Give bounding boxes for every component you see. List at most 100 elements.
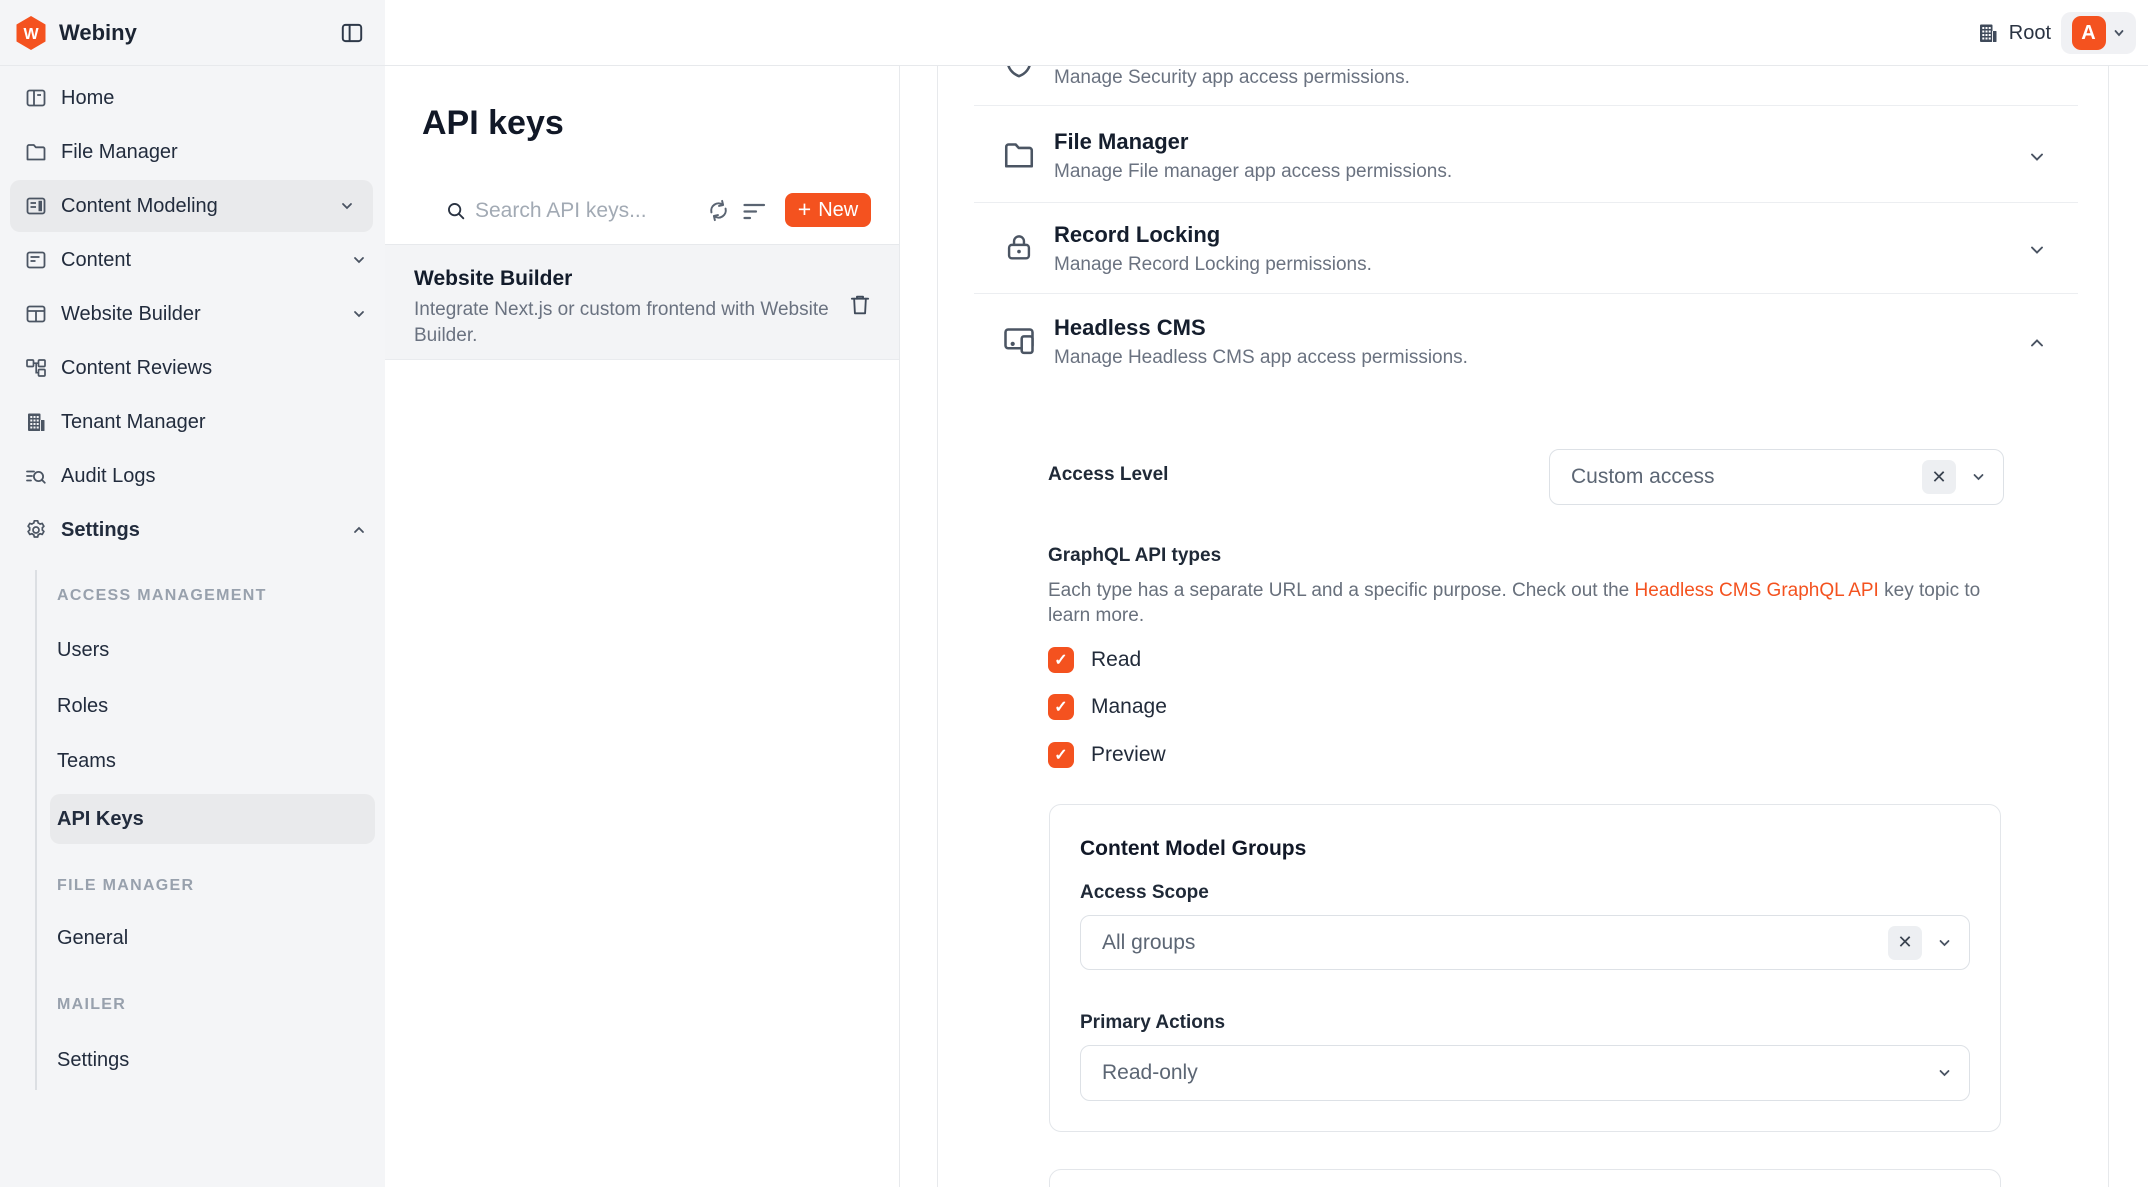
checkbox-read[interactable]: ✓ Read	[1048, 647, 1141, 673]
sidebar-item-home[interactable]: Home	[0, 71, 385, 125]
checkbox-checked-icon[interactable]: ✓	[1048, 694, 1074, 720]
sort-icon[interactable]	[743, 202, 766, 221]
chevron-down-icon	[351, 306, 367, 322]
chevron-down-icon[interactable]	[2026, 146, 2048, 168]
permission-row-title[interactable]: Headless CMS	[1054, 315, 1206, 341]
sidebar-item-label: Content	[61, 249, 131, 272]
section-label-access-management: ACCESS MANAGEMENT	[57, 587, 267, 605]
top-bar: W Webiny	[0, 0, 2148, 66]
checkbox-checked-icon[interactable]: ✓	[1048, 647, 1074, 673]
content-icon	[24, 248, 48, 272]
sidebar-item-roles[interactable]: Roles	[36, 681, 375, 731]
trash-icon[interactable]	[847, 292, 873, 318]
sidebar-item-audit-logs[interactable]: Audit Logs	[0, 449, 385, 503]
sidebar-item-label: Website Builder	[61, 303, 201, 326]
graphql-api-types-label: GraphQL API types	[1048, 545, 1221, 567]
refresh-icon[interactable]	[706, 198, 731, 223]
section-label-file-manager: FILE MANAGER	[57, 877, 194, 895]
sidebar-item-label: Users	[57, 639, 109, 662]
sidebar-item-mailer-settings[interactable]: Settings	[36, 1035, 375, 1085]
access-scope-label: Access Scope	[1080, 882, 1209, 904]
sidebar-item-file-manager[interactable]: File Manager	[0, 125, 385, 179]
chevron-down-icon[interactable]	[2026, 239, 2048, 261]
sidebar-item-content-reviews[interactable]: Content Reviews	[0, 341, 385, 395]
sidebar-collapse-icon[interactable]	[339, 20, 365, 46]
checkbox-label: Preview	[1091, 743, 1166, 767]
api-key-list-item[interactable]: Website Builder Integrate Next.js or cus…	[385, 245, 899, 360]
avatar: A	[2072, 16, 2106, 50]
chevron-up-icon[interactable]	[2026, 332, 2048, 354]
shield-icon	[1002, 66, 1036, 80]
workflow-icon	[24, 356, 48, 380]
security-row-description: Manage Security app access permissions.	[1054, 67, 1410, 89]
lock-icon	[1002, 230, 1036, 264]
topbar-right: Root A	[1976, 0, 2148, 66]
primary-actions-select[interactable]: Read-only	[1080, 1045, 1970, 1101]
clear-selection-button[interactable]: ✕	[1922, 460, 1956, 494]
sidebar-item-api-keys[interactable]: API Keys	[50, 794, 375, 844]
sidebar-item-website-builder[interactable]: Website Builder	[0, 287, 385, 341]
permission-row-title[interactable]: Record Locking	[1054, 222, 1220, 248]
next-card-partial	[1049, 1169, 2001, 1187]
sidebar-item-label: Content Modeling	[61, 195, 218, 218]
sidebar-item-label: Home	[61, 87, 114, 110]
access-scope-select[interactable]: All groups ✕	[1080, 915, 1970, 970]
chevron-down-icon[interactable]	[1936, 934, 1953, 951]
search-icon	[445, 200, 467, 222]
page-title: API keys	[422, 104, 564, 143]
permission-row-description: Manage Headless CMS app access permissio…	[1054, 347, 1468, 369]
chevron-down-icon[interactable]	[1936, 1065, 1953, 1082]
building-icon	[1976, 21, 2000, 45]
access-level-select[interactable]: Custom access ✕	[1549, 449, 2004, 505]
checkbox-label: Manage	[1091, 695, 1167, 719]
sidebar-item-settings[interactable]: Settings	[0, 503, 385, 557]
sidebar-item-label: Audit Logs	[61, 465, 156, 488]
primary-actions-value: Read-only	[1102, 1061, 1198, 1085]
permission-row-title[interactable]: File Manager	[1054, 129, 1188, 155]
user-menu[interactable]: A	[2061, 12, 2136, 54]
divider	[974, 105, 2078, 106]
description-text: Each type has a separate URL and a speci…	[1048, 580, 1635, 601]
sidebar-item-label: File Manager	[61, 141, 178, 164]
sidebar-item-content-modeling[interactable]: Content Modeling	[10, 180, 373, 232]
headless-cms-graphql-api-link[interactable]: Headless CMS GraphQL API	[1635, 580, 1879, 601]
website-builder-icon	[24, 302, 48, 326]
checkbox-preview[interactable]: ✓ Preview	[1048, 742, 1166, 768]
sidebar-item-label: Settings	[57, 1049, 129, 1072]
webiny-logo: W	[14, 15, 48, 51]
sidebar-item-label: Settings	[61, 519, 140, 542]
tenant-label: Root	[2009, 22, 2051, 45]
checkbox-label: Read	[1091, 648, 1141, 672]
new-button-label: New	[818, 199, 858, 222]
svg-text:W: W	[23, 26, 39, 43]
folder-icon	[1001, 137, 1037, 173]
divider	[974, 202, 2078, 203]
home-icon	[24, 86, 48, 110]
sidebar-item-label: Content Reviews	[61, 357, 212, 380]
sidebar-item-tenant-manager[interactable]: Tenant Manager	[0, 395, 385, 449]
gear-icon	[24, 518, 48, 542]
sidebar-item-content[interactable]: Content	[0, 233, 385, 287]
search-input[interactable]: Search API keys...	[475, 199, 647, 223]
checkbox-checked-icon[interactable]: ✓	[1048, 742, 1074, 768]
brand-title: Webiny	[59, 20, 137, 46]
chevron-down-icon	[2112, 26, 2126, 40]
audit-search-icon	[24, 464, 48, 488]
new-api-key-button[interactable]: + New	[785, 193, 871, 227]
clear-selection-button[interactable]: ✕	[1888, 926, 1922, 960]
sidebar-item-teams[interactable]: Teams	[36, 736, 375, 786]
divider	[974, 293, 2078, 294]
content-modeling-icon	[24, 194, 48, 218]
sidebar-item-general[interactable]: General	[36, 913, 375, 963]
chevron-down-icon	[339, 198, 355, 214]
access-scope-value: All groups	[1102, 931, 1195, 955]
access-level-value: Custom access	[1571, 465, 1715, 489]
sidebar-item-label: Tenant Manager	[61, 411, 206, 434]
sidebar-item-users[interactable]: Users	[36, 625, 375, 675]
checkbox-manage[interactable]: ✓ Manage	[1048, 694, 1167, 720]
content-model-groups-card: Content Model Groups Access Scope All gr…	[1049, 804, 2001, 1132]
tenant-switcher[interactable]: Root	[1976, 21, 2051, 45]
chevron-down-icon[interactable]	[1970, 469, 1987, 486]
list-item-title: Website Builder	[414, 267, 572, 291]
building-icon	[24, 410, 48, 434]
